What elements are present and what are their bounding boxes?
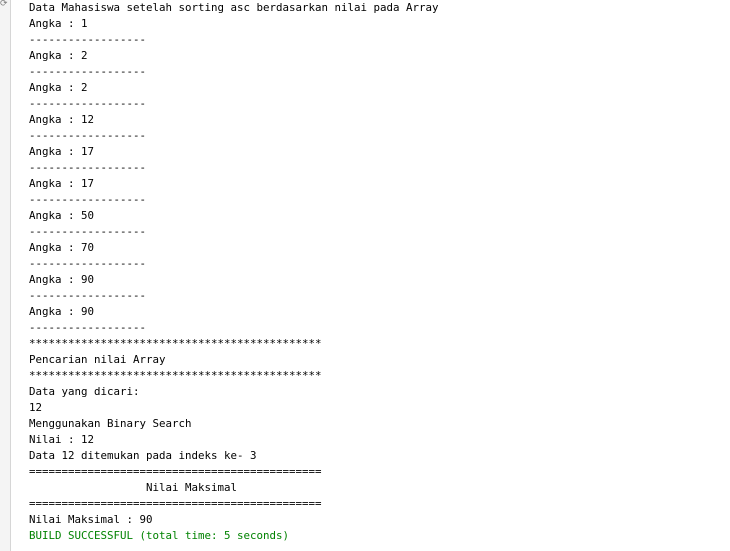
console-line: Nilai : 12: [29, 433, 95, 446]
console-line: ------------------: [29, 129, 147, 142]
console-line: ------------------: [29, 161, 147, 174]
console-line: Angka : 90: [29, 305, 95, 318]
console-line: ------------------: [29, 65, 147, 78]
console-line: Data 12 ditemukan pada indeks ke- 3: [29, 449, 257, 462]
console-line: Nilai Maksimal : 90: [29, 513, 153, 526]
console-line: Angka : 17: [29, 145, 95, 158]
console-line: Angka : 50: [29, 209, 95, 222]
output-console: Data Mahasiswa setelah sorting asc berda…: [29, 0, 719, 544]
console-line: Angka : 17: [29, 177, 95, 190]
rerun-icon[interactable]: ⟳: [0, 0, 10, 16]
console-line: ------------------: [29, 289, 147, 302]
console-line: ------------------: [29, 193, 147, 206]
console-line: Data yang dicari:: [29, 385, 140, 398]
console-line: ****************************************…: [29, 337, 322, 350]
console-line: Angka : 2: [29, 81, 88, 94]
console-line: ------------------: [29, 321, 147, 334]
console-line: Nilai Maksimal: [29, 481, 238, 494]
console-line: ****************************************…: [29, 369, 322, 382]
console-line: ========================================…: [29, 465, 322, 478]
console-line: Angka : 1: [29, 17, 88, 30]
console-gutter: ⟳: [0, 0, 11, 551]
console-line: Pencarian nilai Array: [29, 353, 166, 366]
console-line: ========================================…: [29, 497, 322, 510]
console-line: 12: [29, 401, 43, 414]
console-line: Angka : 2: [29, 49, 88, 62]
console-line: ------------------: [29, 33, 147, 46]
console-line: ------------------: [29, 257, 147, 270]
console-line: Angka : 12: [29, 113, 95, 126]
console-line: Data Mahasiswa setelah sorting asc berda…: [29, 1, 439, 14]
console-line: Angka : 70: [29, 241, 95, 254]
build-status-line: BUILD SUCCESSFUL (total time: 5 seconds): [29, 529, 290, 542]
console-line: ------------------: [29, 225, 147, 238]
console-line: Angka : 90: [29, 273, 95, 286]
console-line: ------------------: [29, 97, 147, 110]
console-line: Menggunakan Binary Search: [29, 417, 192, 430]
